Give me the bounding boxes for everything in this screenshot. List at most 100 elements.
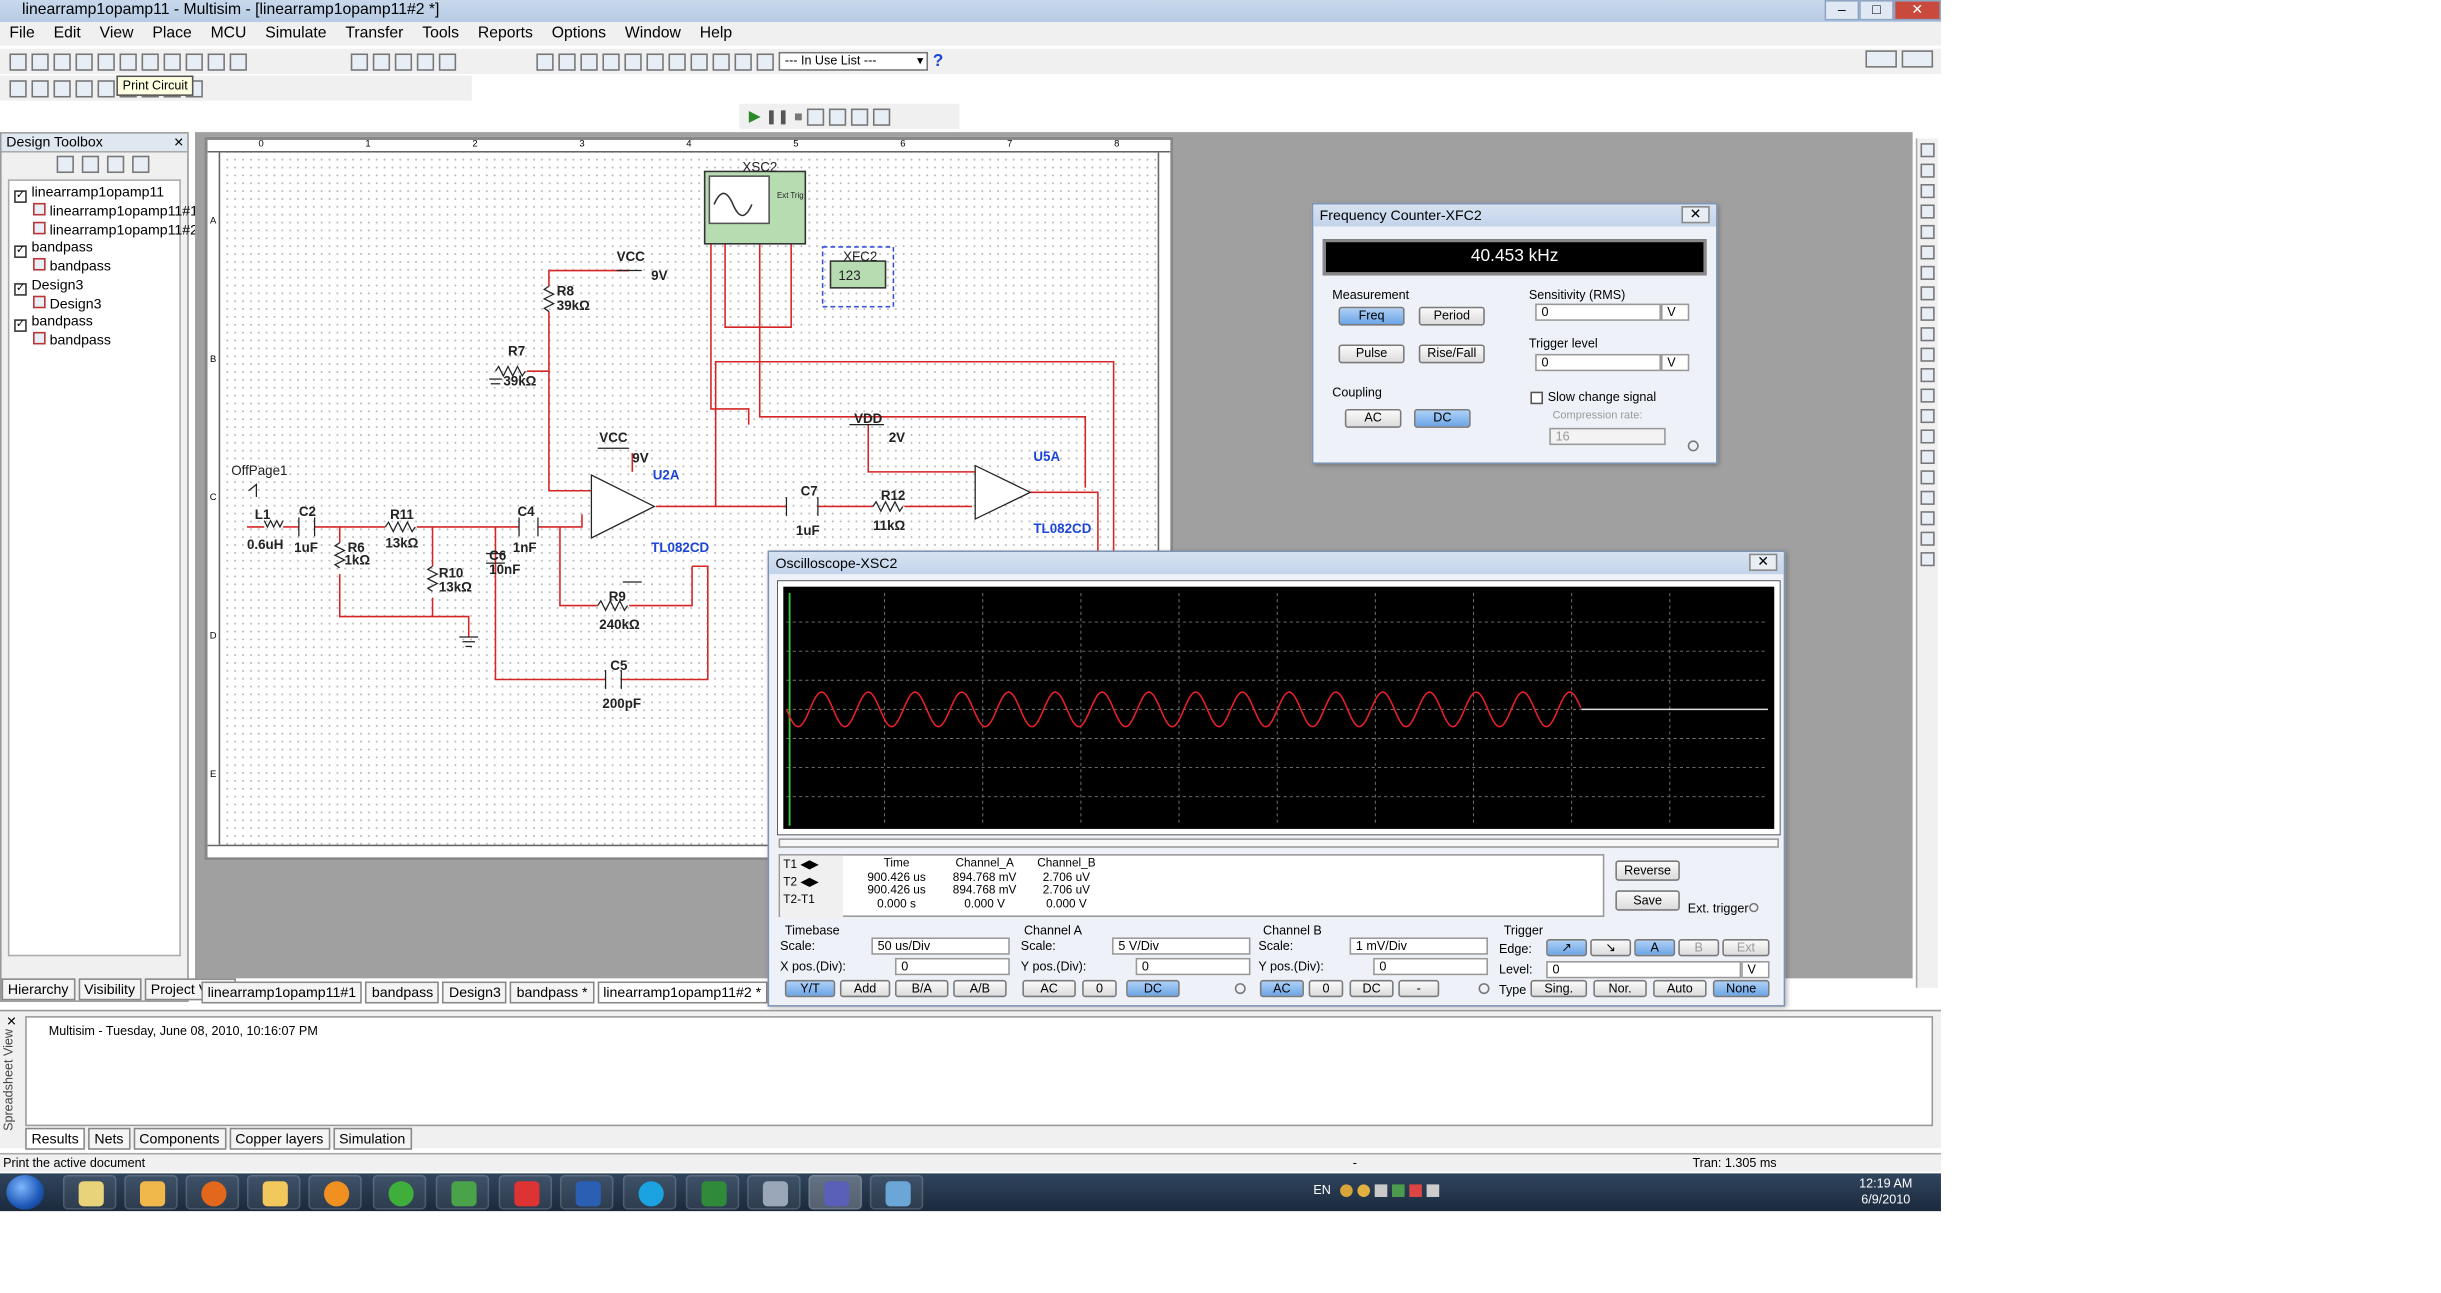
bode-plotter-icon[interactable] <box>1920 245 1935 260</box>
agilent-scope-icon[interactable] <box>1920 470 1935 485</box>
close-button[interactable]: ✕ <box>1893 0 1941 21</box>
type-none-button[interactable]: None <box>1712 979 1770 998</box>
oscilloscope-icon[interactable] <box>1920 204 1935 219</box>
minimize-button[interactable]: – <box>1824 0 1860 21</box>
excel-icon[interactable] <box>685 1174 740 1210</box>
pulse-button[interactable]: Pulse <box>1338 344 1405 364</box>
doc-tab[interactable]: bandpass <box>365 981 440 1004</box>
doc-tab[interactable]: Design3 <box>442 981 508 1004</box>
cha-ypos-input[interactable]: 0 <box>1135 957 1251 976</box>
chb-scale-input[interactable]: 1 mV/Div <box>1349 937 1488 955</box>
taskbar-app[interactable] <box>62 1174 117 1210</box>
word-generator-icon[interactable] <box>1920 286 1935 301</box>
frequency-counter-icon[interactable] <box>1920 265 1935 280</box>
clock[interactable]: 12:19 AM 6/9/2010 <box>1859 1177 1912 1208</box>
pdf-icon[interactable] <box>498 1174 553 1210</box>
maximize-button[interactable]: □ <box>1859 0 1894 21</box>
rise-fall-button[interactable]: Rise/Fall <box>1418 344 1485 364</box>
wattmeter-icon[interactable] <box>1920 184 1935 199</box>
tray-icon[interactable] <box>1374 1184 1388 1197</box>
edge-rising-button[interactable]: ↗ <box>1546 939 1588 957</box>
chb-terminal[interactable] <box>1478 983 1490 995</box>
iv-analyzer-icon[interactable] <box>1920 347 1935 362</box>
slow-change-checkbox[interactable] <box>1530 391 1544 405</box>
cha-scale-input[interactable]: 5 V/Div <box>1112 937 1251 955</box>
cursor-right-icon[interactable]: ◀▶ <box>800 875 818 889</box>
trigger-level-unit[interactable]: V <box>1741 961 1770 979</box>
language-indicator[interactable]: EN <box>1313 1183 1330 1197</box>
chb-dc-button[interactable]: DC <box>1349 979 1394 998</box>
logic-analyzer-icon[interactable] <box>1920 306 1935 321</box>
doc-tab[interactable]: bandpass * <box>510 981 594 1004</box>
chrome-icon[interactable] <box>372 1174 427 1210</box>
skype-icon[interactable] <box>622 1174 677 1210</box>
spectrum-analyzer-icon[interactable] <box>1920 388 1935 403</box>
ac-button[interactable]: AC <box>1344 408 1402 428</box>
multisim-icon[interactable] <box>808 1174 862 1210</box>
chb-ac-button[interactable]: AC <box>1259 979 1304 998</box>
taskbar-app[interactable] <box>747 1174 801 1210</box>
tab-visibility[interactable]: Visibility <box>77 978 142 1001</box>
trigger-ext-button[interactable]: Ext <box>1722 939 1770 957</box>
type-normal-button[interactable]: Nor. <box>1593 979 1647 998</box>
type-auto-button[interactable]: Auto <box>1653 979 1707 998</box>
tray-icon[interactable] <box>1392 1184 1405 1197</box>
trigger-a-button[interactable]: A <box>1634 939 1676 957</box>
reverse-button[interactable]: Reverse <box>1615 860 1680 881</box>
xpos-input[interactable]: 0 <box>894 957 1010 976</box>
yt-button[interactable]: Y/T <box>784 979 836 998</box>
taskbar-app[interactable] <box>124 1174 178 1210</box>
trigger-b-button[interactable]: B <box>1678 939 1720 957</box>
taskbar-app[interactable] <box>869 1174 924 1210</box>
distortion-analyzer-icon[interactable] <box>1920 368 1935 383</box>
tray-icon[interactable] <box>1357 1184 1370 1197</box>
layout-icon[interactable] <box>1865 50 1897 68</box>
type-single-button[interactable]: Sing. <box>1530 979 1588 998</box>
chb-minus-button[interactable]: - <box>1398 979 1440 998</box>
chb-zero-button[interactable]: 0 <box>1308 979 1344 998</box>
sensitivity-unit[interactable]: V <box>1660 303 1690 321</box>
layout-icon-2[interactable] <box>1902 50 1934 68</box>
edge-falling-button[interactable]: ↘ <box>1590 939 1632 957</box>
timebase-scale-input[interactable]: 50 us/Div <box>871 937 1010 955</box>
ext-trigger-terminal[interactable] <box>1749 902 1759 913</box>
scope-scrollbar[interactable] <box>778 838 1779 848</box>
trigger-level-unit[interactable]: V <box>1660 353 1690 372</box>
measurement-probe-icon[interactable] <box>1920 552 1935 567</box>
trigger-level-input[interactable]: 0 <box>1546 961 1742 979</box>
volume-icon[interactable] <box>1426 1184 1440 1197</box>
compression-rate-select[interactable]: 16 <box>1549 427 1666 446</box>
cursor-left-icon[interactable]: ◀▶ <box>800 857 818 871</box>
tab-hierarchy[interactable]: Hierarchy <box>1 978 75 1001</box>
network-analyzer-icon[interactable] <box>1920 408 1935 424</box>
tab-components[interactable]: Components <box>132 1127 226 1150</box>
tab-results[interactable]: Results <box>25 1127 85 1150</box>
media-player-icon[interactable] <box>308 1174 362 1210</box>
doc-tab[interactable]: linearramp1opamp11#1 <box>201 981 363 1004</box>
save-button[interactable]: Save <box>1615 890 1680 911</box>
tab-copper-layers[interactable]: Copper layers <box>228 1127 330 1150</box>
chb-ypos-input[interactable]: 0 <box>1373 957 1488 976</box>
period-button[interactable]: Period <box>1418 306 1485 326</box>
tektronix-scope-icon[interactable] <box>1920 490 1935 505</box>
cha-dc-button[interactable]: DC <box>1126 979 1180 998</box>
four-channel-scope-icon[interactable] <box>1920 224 1935 240</box>
cha-zero-button[interactable]: 0 <box>1082 979 1117 998</box>
ba-button[interactable]: B/A <box>894 979 949 998</box>
scope-screen[interactable] <box>777 580 1781 836</box>
trigger-level-input[interactable]: 0 <box>1535 353 1661 372</box>
start-button[interactable] <box>6 1174 45 1210</box>
tray-icon[interactable] <box>1409 1184 1422 1197</box>
close-icon[interactable]: ✕ <box>1749 553 1778 571</box>
firefox-icon[interactable] <box>185 1174 240 1210</box>
cha-ac-button[interactable]: AC <box>1022 979 1076 998</box>
messenger-icon[interactable] <box>435 1174 490 1210</box>
labview-icon[interactable] <box>1920 511 1935 526</box>
explorer-icon[interactable] <box>246 1174 301 1210</box>
dc-button[interactable]: DC <box>1414 408 1471 428</box>
add-button[interactable]: Add <box>839 979 891 998</box>
word-icon[interactable] <box>559 1174 614 1210</box>
freq-button[interactable]: Freq <box>1338 306 1405 326</box>
agilent-fg-icon[interactable] <box>1920 429 1935 444</box>
tab-nets[interactable]: Nets <box>88 1127 130 1150</box>
